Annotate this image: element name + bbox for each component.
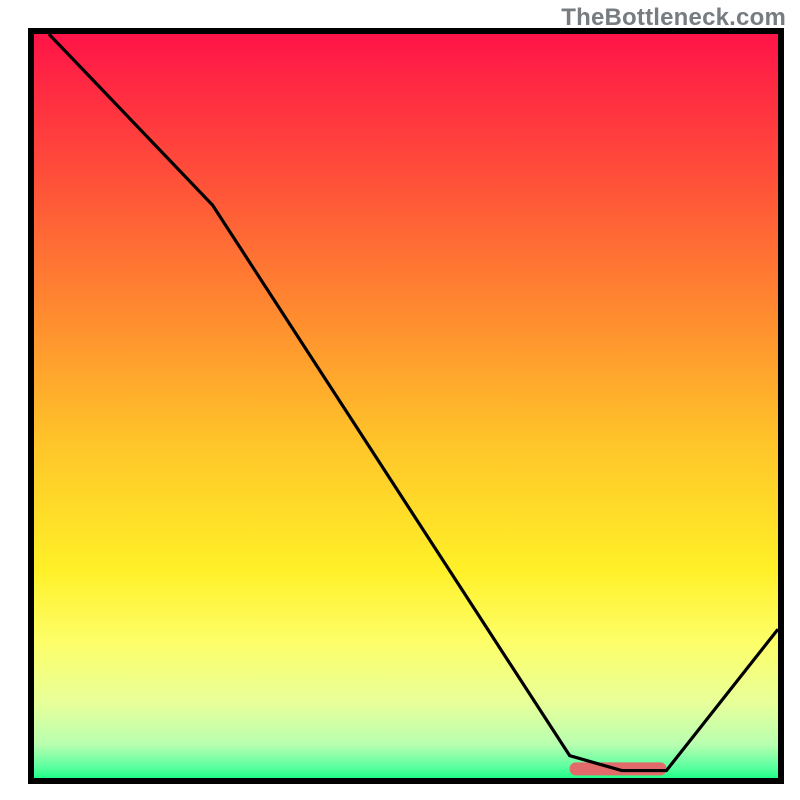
viewport: TheBottleneck.com xyxy=(0,0,800,800)
plot-area xyxy=(28,28,784,784)
bottleneck-curve xyxy=(34,34,778,778)
